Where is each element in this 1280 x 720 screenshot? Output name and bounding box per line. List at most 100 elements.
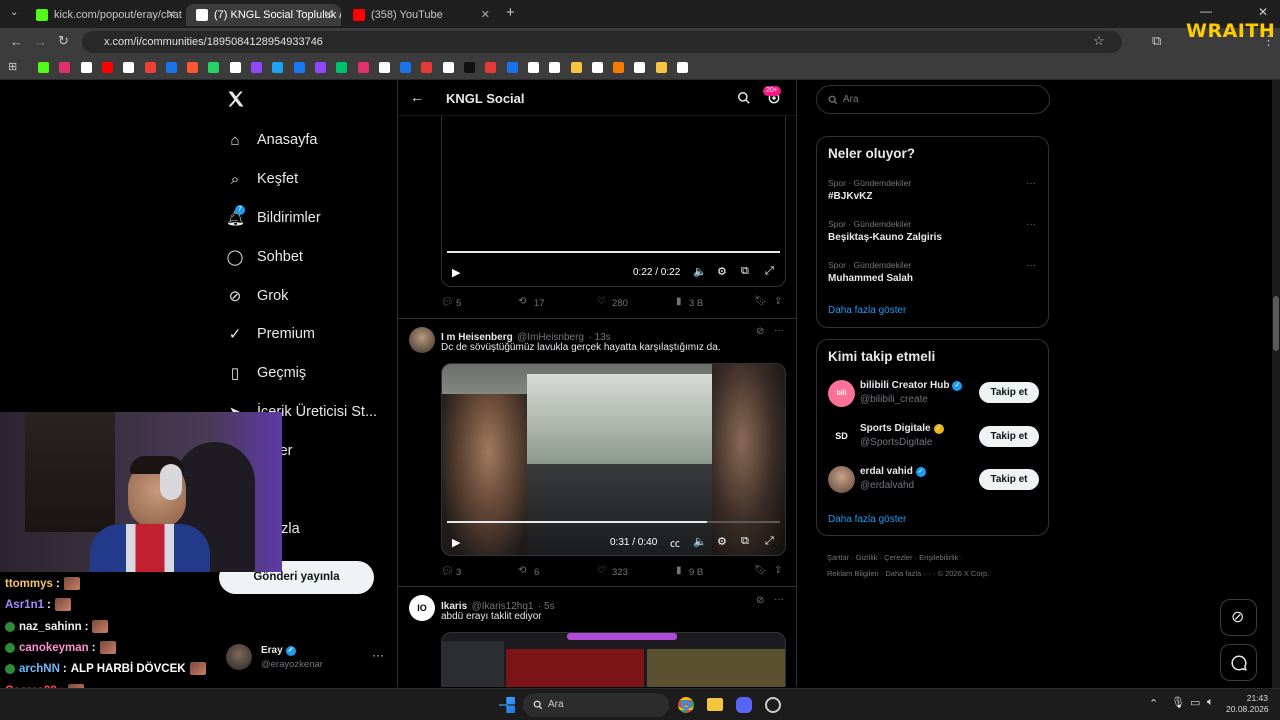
footer-link-terms[interactable]: Şartlar	[827, 553, 849, 562]
search-input[interactable]: Ara	[816, 85, 1050, 114]
forward-icon[interactable]: →	[34, 34, 47, 49]
bookmark-favicon-icon[interactable]	[357, 62, 369, 73]
trend-item[interactable]: Spor · Gündemdekiler Muhammed Salah ···	[828, 260, 1038, 284]
bookmark-favicon-icon[interactable]	[655, 62, 667, 73]
more-options-icon[interactable]: ···	[1026, 178, 1036, 189]
bookmark-favicon-icon[interactable]	[677, 62, 688, 73]
bookmark-favicon-icon[interactable]	[293, 62, 305, 73]
app-taskbar-icon[interactable]	[765, 697, 781, 713]
grok-icon[interactable]: ⊘	[756, 326, 764, 337]
volume-icon[interactable]: 🔈	[693, 535, 707, 548]
bookmark-favicon-icon[interactable]	[527, 62, 539, 73]
messages-float-button[interactable]	[1220, 644, 1257, 681]
minimize-button[interactable]: —	[1200, 4, 1212, 18]
tray-chevron-icon[interactable]: ⌃	[1149, 697, 1158, 710]
captions-icon[interactable]: ㏄	[670, 535, 680, 550]
like-icon[interactable]: ♡	[597, 296, 606, 307]
chat-username[interactable]: ttommys	[5, 578, 53, 590]
trends-show-more-link[interactable]: Daha fazla göster	[828, 305, 906, 316]
follow-button[interactable]: Takip et	[979, 382, 1039, 403]
play-icon[interactable]: ▶	[452, 536, 460, 549]
bookmark-favicon-icon[interactable]	[634, 62, 646, 73]
like-icon[interactable]: ♡	[597, 565, 606, 576]
more-options-icon[interactable]: ···	[1026, 219, 1036, 230]
footer-link-cookies[interactable]: Çerezler	[884, 553, 912, 562]
start-icon[interactable]	[499, 697, 515, 713]
avatar[interactable]	[409, 327, 435, 353]
tab-youtube[interactable]: (358) YouTube ✕	[343, 4, 498, 26]
bookmark-icon[interactable]: 🔖︎	[754, 565, 767, 576]
close-icon[interactable]: ✕	[324, 8, 333, 21]
follow-button[interactable]: Takip et	[979, 469, 1039, 490]
trend-item[interactable]: Spor · Gündemdekiler #BJKvKZ ···	[828, 178, 1038, 202]
bookmark-favicon-icon[interactable]	[549, 62, 561, 73]
play-icon[interactable]: ▶	[452, 266, 460, 279]
bookmark-favicon-icon[interactable]	[101, 62, 113, 73]
bookmark-favicon-icon[interactable]	[38, 62, 49, 73]
new-tab-button[interactable]: +	[506, 4, 515, 21]
pip-icon[interactable]: ⧉	[741, 265, 749, 278]
bookmark-favicon-icon[interactable]	[336, 62, 348, 73]
back-icon[interactable]: ←	[10, 34, 23, 49]
apps-grid-icon[interactable]: ⊞	[8, 60, 17, 73]
chat-username[interactable]: archNN	[19, 663, 60, 675]
footer-link-privacy[interactable]: Gizlilik	[856, 553, 878, 562]
bookmark-favicon-icon[interactable]	[464, 62, 475, 73]
chat-username[interactable]: Asr1n1	[5, 599, 44, 611]
back-arrow-icon[interactable]: ←	[410, 89, 424, 105]
share-icon[interactable]: ⇪	[774, 565, 782, 576]
avatar[interactable]: IO	[409, 595, 435, 621]
bookmark-favicon-icon[interactable]	[123, 62, 135, 73]
bookmark-favicon-icon[interactable]	[506, 62, 518, 73]
search-icon[interactable]	[737, 91, 751, 105]
tab-kick-chat[interactable]: kick.com/popout/eray/chat ✕	[26, 4, 184, 26]
file-explorer-taskbar-icon[interactable]	[707, 698, 723, 711]
footer-link-accessibility[interactable]: Erişilebilirlik	[919, 553, 958, 562]
sidebar-item-home[interactable]: ⌂ Anasayfa	[226, 128, 317, 152]
discord-taskbar-icon[interactable]	[736, 697, 752, 713]
volume-icon[interactable]: 🔈	[693, 265, 707, 278]
chrome-taskbar-icon[interactable]	[678, 697, 694, 713]
bookmark-favicon-icon[interactable]	[591, 62, 603, 73]
microphone-icon[interactable]: 🎙︎	[1171, 696, 1185, 709]
bookmark-favicon-icon[interactable]	[378, 62, 390, 73]
close-icon[interactable]: ✕	[167, 8, 176, 21]
footer-link-ads-info[interactable]: Reklam Bilgileri	[827, 569, 879, 578]
bookmark-favicon-icon[interactable]	[421, 62, 433, 73]
star-icon[interactable]: ☆	[1093, 33, 1105, 49]
pip-icon[interactable]: ⧉	[741, 535, 749, 548]
settings-icon[interactable]: ⚙	[717, 535, 727, 548]
tab-x-community[interactable]: (7) KNGL Social Topluluk / X ✕	[186, 4, 341, 26]
scrollbar-thumb[interactable]	[1273, 296, 1279, 351]
bookmark-favicon-icon[interactable]	[229, 62, 241, 73]
bookmark-favicon-icon[interactable]	[442, 62, 454, 73]
bookmark-favicon-icon[interactable]	[80, 62, 92, 73]
reply-icon[interactable]: 💬︎	[441, 566, 454, 577]
extensions-icon[interactable]: ⧉	[1152, 33, 1161, 49]
close-window-button[interactable]: ✕	[1258, 5, 1268, 19]
bookmark-favicon-icon[interactable]	[208, 62, 220, 73]
video-player[interactable]: ▶ 0:22 / 0:22 🔈 ⚙ ⧉ ⤢	[441, 116, 786, 287]
more-options-icon[interactable]: ···	[774, 594, 784, 605]
volume-tray-icon[interactable]: 🔈︎	[1207, 696, 1214, 709]
grok-float-button[interactable]: ⊘	[1220, 599, 1257, 636]
x-logo-icon[interactable]	[226, 89, 246, 109]
trend-item[interactable]: Spor · Gündemdekiler Beşiktaş-Kauno Zalg…	[828, 219, 1038, 243]
sidebar-item-bookmark[interactable]: ▯ Geçmiş	[226, 361, 306, 385]
sidebar-item-chat[interactable]: ◯ Sohbet	[226, 245, 303, 269]
video-progress-bar[interactable]	[447, 521, 780, 523]
sidebar-item-bell[interactable]: 🔔︎ 7 Bildirimler	[226, 205, 321, 230]
reload-icon[interactable]: ↻	[58, 33, 69, 49]
more-options-icon[interactable]: ···	[372, 648, 384, 662]
views-icon[interactable]: ▮	[676, 565, 682, 576]
retweet-icon[interactable]: ⟲	[518, 296, 526, 307]
bookmark-favicon-icon[interactable]	[165, 62, 177, 73]
sidebar-item-grok[interactable]: ⊘ Grok	[226, 284, 289, 308]
bookmark-favicon-icon[interactable]	[59, 62, 71, 73]
bookmark-favicon-icon[interactable]	[251, 62, 262, 73]
bookmark-favicon-icon[interactable]	[570, 62, 582, 73]
more-options-icon[interactable]: ···	[1026, 260, 1036, 271]
network-icon[interactable]: ▭	[1190, 696, 1200, 709]
sidebar-item-search[interactable]: ⌕ Keşfet	[226, 167, 298, 191]
chat-username[interactable]: canokeyman	[19, 642, 89, 654]
